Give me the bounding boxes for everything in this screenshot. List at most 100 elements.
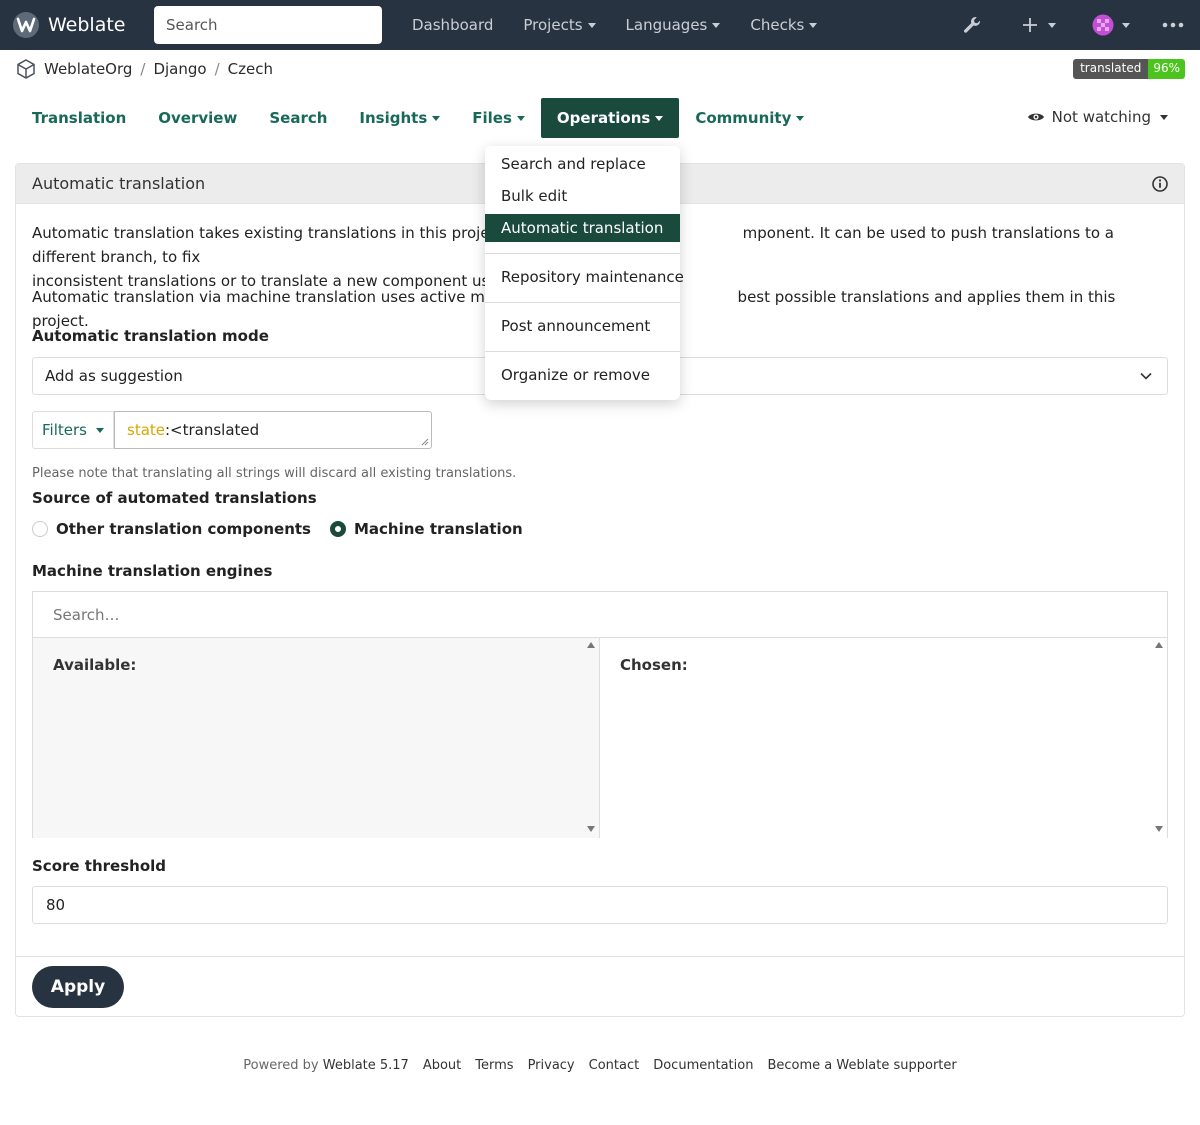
menu-item-bulk-edit[interactable]: Bulk edit	[485, 182, 680, 210]
tab-insights[interactable]: Insights	[343, 98, 456, 138]
filter-query-input[interactable]: state:<translated	[114, 411, 432, 449]
caret-down-icon	[712, 22, 721, 28]
chosen-title: Chosen:	[620, 656, 688, 674]
scroll-up-icon[interactable]	[1155, 642, 1163, 648]
tab-search[interactable]: Search	[253, 98, 343, 138]
nav-languages-label: Languages	[625, 16, 708, 34]
footer-link-about[interactable]: About	[423, 1058, 461, 1073]
operations-dropdown-menu: Search and replace Bulk edit Automatic t…	[485, 146, 684, 400]
menu-item-label: Bulk edit	[501, 187, 568, 205]
menu-item-post-announcement[interactable]: Post announcement	[485, 312, 680, 340]
menu-item-organize-remove[interactable]: Organize or remove	[485, 361, 680, 389]
radio-machine-translation[interactable]	[329, 521, 346, 537]
breadcrumb-separator: /	[140, 60, 146, 78]
plus-icon	[1023, 18, 1037, 32]
more-options-icon[interactable]	[1162, 22, 1184, 28]
brand[interactable]: Weblate	[12, 0, 125, 50]
powered-by-text: Powered by	[243, 1058, 319, 1073]
tab-label: Search	[269, 109, 328, 127]
caret-down-icon	[95, 427, 104, 433]
wrench-icon[interactable]	[962, 15, 982, 35]
radio-other-components[interactable]	[32, 521, 48, 537]
tab-label: Operations	[556, 109, 651, 127]
footer-link-documentation[interactable]: Documentation	[653, 1058, 753, 1073]
footer-link-contact[interactable]: Contact	[589, 1058, 640, 1073]
engines-label: Machine translation engines	[32, 562, 273, 580]
menu-item-label: Search and replace	[501, 155, 646, 173]
nav-dashboard-label: Dashboard	[412, 16, 494, 34]
brand-name: Weblate	[48, 14, 126, 36]
mode-select-value: Add as suggestion	[45, 367, 183, 385]
nav-projects[interactable]: Projects	[523, 16, 596, 34]
breadcrumb-project[interactable]: Django	[153, 60, 206, 78]
breadcrumb-organization[interactable]: WeblateOrg	[44, 60, 132, 78]
page-footer: Powered by Weblate 5.17 About Terms Priv…	[0, 1058, 1200, 1073]
source-radio-group: Other translation components Machine tra…	[32, 520, 523, 538]
footer-link-terms[interactable]: Terms	[475, 1058, 513, 1073]
caret-down-icon	[1160, 114, 1168, 120]
score-value: 80	[46, 896, 66, 914]
watch-label: Not watching	[1051, 108, 1151, 126]
nav-checks[interactable]: Checks	[750, 16, 818, 34]
menu-item-automatic-translation[interactable]: Automatic translation	[485, 214, 680, 242]
menu-item-label: Repository maintenance	[501, 268, 684, 286]
tab-overview[interactable]: Overview	[142, 98, 253, 138]
menu-item-label: Organize or remove	[501, 366, 651, 384]
add-menu-button[interactable]	[1022, 17, 1056, 33]
footer-powered: Powered by Weblate 5.17	[243, 1058, 409, 1073]
main-nav: Dashboard Projects Languages Checks	[412, 0, 847, 50]
menu-item-label: Automatic translation	[501, 219, 664, 237]
translated-badge[interactable]: translated 96%	[1073, 59, 1185, 79]
resize-handle-icon[interactable]	[421, 438, 429, 446]
engines-selector: Search… Available: Chosen:	[32, 591, 1168, 838]
apply-button[interactable]: Apply	[32, 966, 124, 1008]
watch-toggle[interactable]: Not watching	[1027, 108, 1168, 126]
score-threshold-input[interactable]: 80	[32, 886, 1168, 924]
tab-files[interactable]: Files	[456, 98, 541, 138]
tab-community[interactable]: Community	[679, 98, 820, 138]
tab-translation[interactable]: Translation	[16, 98, 142, 138]
apply-label: Apply	[50, 977, 106, 997]
filter-value: :<translated	[165, 421, 260, 439]
breadcrumb-language[interactable]: Czech	[228, 60, 273, 78]
chevron-down-icon	[1140, 372, 1152, 380]
caret-down-icon	[796, 115, 805, 121]
available-title: Available:	[53, 656, 137, 674]
menu-item-search-replace[interactable]: Search and replace	[485, 150, 680, 178]
nav-dashboard[interactable]: Dashboard	[412, 16, 493, 34]
scroll-down-icon[interactable]	[587, 826, 595, 832]
avatar	[1092, 14, 1114, 36]
radio-machine-translation-label[interactable]: Machine translation	[354, 520, 523, 538]
scroll-up-icon[interactable]	[587, 642, 595, 648]
footer-link-privacy[interactable]: Privacy	[528, 1058, 575, 1073]
badge-label: translated	[1073, 59, 1149, 79]
component-tabs: Translation Overview Search Insights Fil…	[16, 98, 820, 138]
tab-operations[interactable]: Operations	[540, 98, 680, 138]
top-navbar: Weblate Dashboard Projects Languages Che…	[0, 0, 1200, 50]
description-text: Automatic translation takes existing tra…	[32, 224, 551, 242]
tab-label: Insights	[359, 109, 428, 127]
filters-label: Filters	[42, 421, 87, 439]
translation-warning-note: Please note that translating all strings…	[32, 466, 517, 481]
user-menu-button[interactable]	[1092, 14, 1130, 36]
engines-search-input[interactable]: Search…	[33, 592, 1167, 638]
available-engines-list[interactable]: Available:	[33, 638, 600, 838]
menu-item-repository-maintenance[interactable]: Repository maintenance	[485, 263, 684, 291]
chosen-engines-list[interactable]: Chosen:	[600, 638, 1167, 838]
nav-right	[962, 0, 1200, 50]
caret-down-icon	[655, 115, 664, 121]
footer-link-supporter[interactable]: Become a Weblate supporter	[767, 1058, 956, 1073]
score-label: Score threshold	[32, 857, 167, 875]
weblate-logo-icon	[13, 12, 39, 38]
mode-label: Automatic translation mode	[32, 327, 269, 345]
global-search-input[interactable]	[154, 6, 382, 44]
organization-icon	[17, 59, 35, 79]
nav-checks-label: Checks	[750, 16, 805, 34]
footer-version-link[interactable]: Weblate 5.17	[323, 1058, 409, 1073]
radio-other-components-label[interactable]: Other translation components	[56, 520, 311, 538]
menu-divider	[485, 302, 680, 303]
nav-languages[interactable]: Languages	[626, 16, 721, 34]
info-icon[interactable]	[1152, 176, 1168, 192]
filters-button[interactable]: Filters	[32, 411, 114, 449]
scroll-down-icon[interactable]	[1155, 826, 1163, 832]
